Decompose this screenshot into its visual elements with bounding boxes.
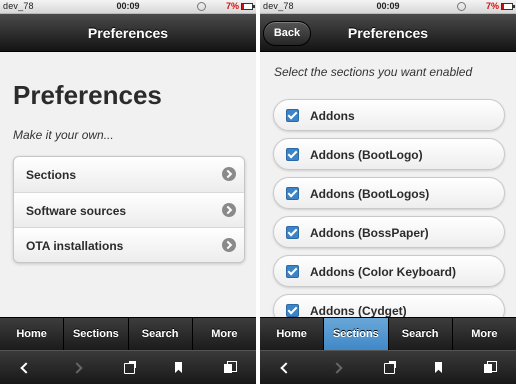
tab-home[interactable]: Home [260, 318, 323, 350]
chevron-right-icon [222, 238, 236, 252]
forward-arrow-icon[interactable] [321, 351, 357, 384]
menu-item-label: Software sources [26, 204, 127, 218]
pages-icon[interactable] [212, 351, 248, 384]
section-toggle-row[interactable]: Addons (BossPaper) [273, 216, 505, 248]
menu-item-label: OTA installations [26, 239, 124, 253]
back-arrow-icon[interactable] [8, 351, 44, 384]
section-toggle-row[interactable]: Addons (Color Keyboard) [273, 255, 505, 287]
battery-percent: 7% [225, 1, 239, 11]
status-bar: dev_78 00:09 7% [0, 0, 256, 14]
section-toggle-row[interactable]: Addons (BootLogo) [273, 138, 505, 170]
chevron-right-icon [222, 167, 236, 181]
menu-item-label: Sections [26, 168, 77, 182]
tab-home[interactable]: Home [0, 318, 63, 350]
status-time: 00:09 [376, 1, 400, 11]
tab-sections[interactable]: Sections [323, 318, 388, 350]
tab-search[interactable]: Search [127, 318, 192, 350]
instruction-text: Select the sections you want enabled [274, 65, 473, 79]
menu-item-ota-installations[interactable]: OTA installations [14, 227, 244, 262]
tab-bar: Home Sections Search More [260, 317, 516, 350]
preferences-screen: dev_78 00:09 7% Preferences Preferences … [0, 0, 256, 384]
rotation-lock-icon [197, 2, 206, 11]
tab-more[interactable]: More [191, 318, 256, 350]
share-icon[interactable] [112, 351, 148, 384]
nav-header: Back Preferences [260, 14, 516, 52]
header-title: Preferences [347, 25, 429, 41]
nav-header: Preferences [0, 14, 256, 52]
status-bar: dev_78 00:09 7% [260, 0, 516, 14]
section-label: Addons (Color Keyboard) [310, 265, 456, 279]
header-title: Preferences [87, 25, 169, 41]
battery-icon [241, 3, 255, 10]
menu-item-software-sources[interactable]: Software sources [14, 192, 244, 227]
section-label: Addons [310, 109, 355, 123]
menu-item-sections[interactable]: Sections [14, 157, 244, 192]
sections-screen: dev_78 00:09 7% Back Preferences Select … [260, 0, 516, 384]
checkbox-checked[interactable] [286, 187, 299, 200]
page-subtitle: Make it your own... [13, 128, 114, 142]
share-icon[interactable] [372, 351, 408, 384]
chevron-right-icon [222, 203, 236, 217]
browser-toolbar [260, 350, 516, 384]
page-title: Preferences [13, 80, 162, 110]
section-label: Addons (BootLogos) [310, 187, 430, 201]
preferences-menu: Sections Software sources OTA installati… [13, 156, 245, 263]
tab-sections[interactable]: Sections [63, 318, 127, 350]
tab-bar: Home Sections Search More [0, 317, 256, 350]
checkbox-checked[interactable] [286, 148, 299, 161]
bookmark-icon[interactable] [421, 351, 457, 384]
checkbox-checked[interactable] [286, 109, 299, 122]
pages-icon[interactable] [472, 351, 508, 384]
tab-search[interactable]: Search [387, 318, 452, 350]
checkbox-checked[interactable] [286, 226, 299, 239]
battery-percent: 7% [485, 1, 499, 11]
checkbox-checked[interactable] [286, 265, 299, 278]
browser-toolbar [0, 350, 256, 384]
tab-more[interactable]: More [451, 318, 516, 350]
section-label: Addons (BossPaper) [310, 226, 429, 240]
bookmark-icon[interactable] [161, 351, 197, 384]
section-label: Addons (BootLogo) [310, 148, 423, 162]
forward-arrow-icon[interactable] [61, 351, 97, 384]
battery-icon [501, 3, 515, 10]
section-toggle-row[interactable]: Addons [273, 99, 505, 131]
rotation-lock-icon [457, 2, 466, 11]
back-arrow-icon[interactable] [268, 351, 304, 384]
section-label: Addons (Cydget) [310, 304, 407, 318]
section-toggle-row[interactable]: Addons (BootLogos) [273, 177, 505, 209]
status-time: 00:09 [116, 1, 140, 11]
checkbox-checked[interactable] [286, 304, 299, 317]
